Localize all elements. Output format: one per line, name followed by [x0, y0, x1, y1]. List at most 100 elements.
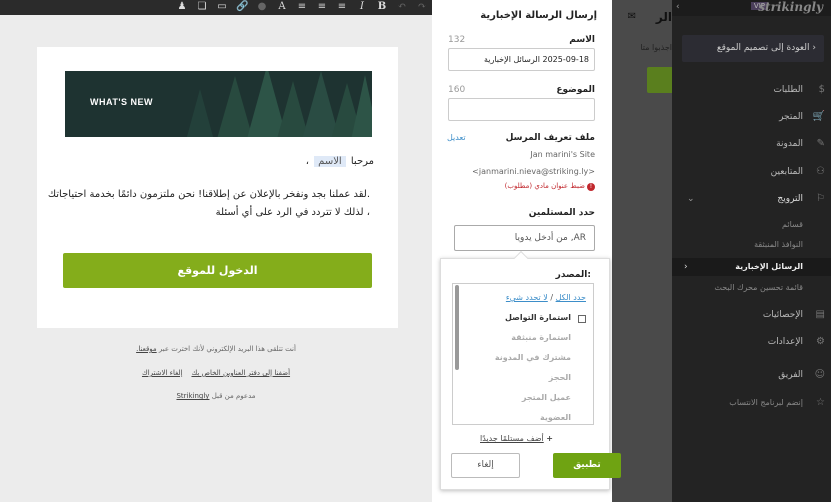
copy-icon[interactable]: ❏ — [196, 1, 208, 13]
undo-icon[interactable]: ↶ — [396, 1, 408, 13]
user-icon[interactable]: ♟ — [176, 1, 188, 13]
sidebar-item-label: الترويج — [777, 194, 803, 204]
recipients-label: حدد المستلمين — [528, 208, 595, 218]
dashboard-content: ✉ الر اجذبوا متا — [612, 0, 685, 502]
back-to-editor-button[interactable]: ‹ العودة إلى تصميم الموقع — [682, 35, 824, 62]
align-left-icon[interactable]: ≡ — [336, 1, 348, 13]
select-all-link[interactable]: حدد الكل — [556, 293, 586, 302]
contacts-icon: ⚇ — [816, 166, 825, 177]
source-option[interactable]: العضوية — [540, 413, 571, 422]
dashboard-title: الر — [655, 10, 672, 24]
sidebar-item-affiliate[interactable]: ☆ إنضم لبرنامج الانتساب — [683, 396, 825, 410]
source-label: :المصدر — [555, 270, 591, 280]
pencil-icon: ✎ — [816, 138, 825, 149]
sidebar-item-settings[interactable]: ⚙ الإعدادات — [683, 335, 825, 349]
sidebar-item-blog[interactable]: ✎ المدونة — [683, 137, 825, 151]
email-editor: ♟ ❏ ▭ 🔗 ● A ≡ ≡ ≡ I B ↶ ↷ WHAT'S NEW مرح… — [0, 0, 432, 502]
plus-icon: + — [546, 434, 553, 443]
greeting-text: مرحبا — [350, 156, 374, 167]
sidebar-item-promotion[interactable]: ⚐ الترويج — [683, 192, 825, 206]
sidebar-item-label: المتابعين — [770, 167, 803, 177]
select-none-link[interactable]: لا تحدد شيء — [506, 293, 548, 302]
add-recipient-label: أضف مستلمًا جديدًا — [480, 434, 544, 443]
contact-form-checkbox[interactable] — [578, 315, 586, 323]
envelope-icon: ✉ — [627, 11, 636, 22]
strikingly-link[interactable]: Strikingly — [176, 392, 209, 400]
body-text-line-1[interactable]: .لقد عملنا بجد ونفخر بالإعلان عن إطلاقنا… — [48, 189, 370, 200]
list-scrollbar[interactable] — [455, 285, 459, 370]
sidebar-sub-coupons[interactable]: قسائم — [782, 220, 803, 229]
team-icon: ☺ — [814, 369, 825, 380]
cta-button[interactable]: الدخول للموقع — [63, 253, 372, 288]
powered-by-text: مدعوم من قبل — [211, 392, 256, 400]
chevron-left-icon: ‹ — [812, 43, 816, 53]
warning-text: ضبط عنوان مادي (مطلوب) — [504, 182, 585, 190]
sidebar-item-label: الفريق — [778, 370, 803, 380]
name-char-count: 132 — [448, 35, 466, 45]
chevron-down-icon[interactable]: ⌄ — [687, 194, 695, 204]
edit-sender-link[interactable]: تعديل — [447, 133, 466, 142]
apply-button[interactable]: تطبيق — [553, 453, 621, 478]
chevron-left-icon[interactable]: ‹ — [676, 2, 680, 12]
footer-text: أنت تتلقى هذا البريد الإلكتروني لأنك اخت… — [158, 345, 296, 353]
source-list[interactable]: حدد الكل / لا تحدد شيء استمارة التواصل ا… — [452, 283, 594, 425]
sidebar-item-label: الإحصائيات — [762, 310, 803, 320]
sidebar-sub-popups[interactable]: النوافذ المنبثقة — [754, 240, 803, 249]
sidebar-item-label: الإعدادات — [767, 337, 803, 347]
sender-profile-label: ملف تعريف المرسل — [505, 133, 595, 143]
add-to-address-book-link[interactable]: أضفنا إلى دفتر العناوين الخاص بك — [191, 369, 290, 377]
warning-icon: ! — [587, 183, 595, 191]
sidebar-item-followers[interactable]: ⚇ المتابعين — [683, 165, 825, 179]
megaphone-icon: ⚐ — [816, 193, 825, 204]
add-recipient-link[interactable]: + أضف مستلمًا جديدًا — [480, 434, 553, 443]
source-option[interactable]: مشترك في المدونة — [495, 353, 571, 362]
button-icon[interactable]: ▭ — [216, 1, 228, 13]
sidebar-sub-newsletters[interactable]: الرسائل الإخبارية — [735, 262, 803, 271]
source-option[interactable]: الحجز — [549, 373, 571, 382]
sidebar-item-orders[interactable]: $ الطلبات — [683, 83, 825, 97]
subject-input[interactable] — [448, 98, 595, 121]
name-label: الاسم — [569, 35, 595, 45]
app-root: ♟ ❏ ▭ 🔗 ● A ≡ ≡ ≡ I B ↶ ↷ WHAT'S NEW مرح… — [0, 0, 831, 502]
text-color-icon[interactable]: A — [276, 1, 288, 13]
source-option[interactable]: استمارة منبثقة — [511, 333, 571, 342]
sidebar-item-team[interactable]: ☺ الفريق — [683, 368, 825, 382]
dot-icon[interactable]: ● — [256, 1, 268, 13]
separator: / — [550, 293, 554, 302]
sidebar: ‹ VIP strikingly ‹ العودة إلى تصميم المو… — [672, 0, 831, 502]
footer-site-link[interactable]: موقعنا. — [136, 345, 157, 353]
sender-site-name: Jan marini's Site — [530, 150, 595, 159]
chevron-right-icon: › — [684, 262, 688, 272]
dollar-icon: $ — [818, 84, 825, 95]
greeting-line[interactable]: مرحبا الاسم ، — [306, 156, 374, 167]
link-icon[interactable]: 🔗 — [236, 1, 248, 13]
bold-icon[interactable]: B — [376, 1, 388, 13]
subject-label: الموضوع — [556, 85, 595, 95]
select-links: حدد الكل / لا تحدد شيء — [506, 293, 586, 302]
align-center-icon[interactable]: ≡ — [316, 1, 328, 13]
hero-image[interactable]: WHAT'S NEW — [65, 71, 372, 137]
sidebar-item-label: المدونة — [776, 139, 803, 149]
recipients-dropdown: :المصدر حدد الكل / لا تحدد شيء استمارة ا… — [440, 250, 621, 490]
recipients-input[interactable]: AR, من أدخل يدويا — [454, 225, 595, 251]
source-option[interactable]: عميل المتجر — [522, 393, 571, 402]
italic-icon[interactable]: I — [356, 1, 368, 13]
align-right-icon[interactable]: ≡ — [296, 1, 308, 13]
unsubscribe-link[interactable]: إلغاء الاشتراك — [142, 369, 183, 377]
sidebar-item-store[interactable]: 🛒 المتجر — [683, 110, 825, 124]
cancel-button[interactable]: إلغاء — [451, 453, 520, 478]
sidebar-header: ‹ VIP strikingly — [672, 0, 831, 16]
sidebar-sub-seo-list[interactable]: قائمة تحسين محرك البحث — [714, 283, 803, 292]
redo-icon[interactable]: ↷ — [416, 1, 428, 13]
sidebar-item-analytics[interactable]: ▤ الإحصائيات — [683, 308, 825, 322]
email-card: WHAT'S NEW مرحبا الاسم ، .لقد عملنا بجد … — [37, 47, 398, 328]
body-text-line-2[interactable]: ، لذلك لا تتردد في الرد على أي أسئلة — [216, 207, 370, 218]
dashboard-subtitle: اجذبوا متا — [640, 43, 672, 52]
strikingly-logo: strikingly — [758, 0, 823, 14]
chart-icon: ▤ — [815, 309, 825, 320]
source-option[interactable]: استمارة التواصل — [505, 313, 571, 322]
footer-line-3: مدعوم من قبل Strikingly — [0, 392, 432, 400]
name-input[interactable]: 2025-09-18 الرسائل الإخبارية — [448, 48, 595, 71]
name-merge-tag[interactable]: الاسم — [314, 156, 346, 167]
address-warning[interactable]: !ضبط عنوان مادي (مطلوب) — [505, 182, 595, 191]
